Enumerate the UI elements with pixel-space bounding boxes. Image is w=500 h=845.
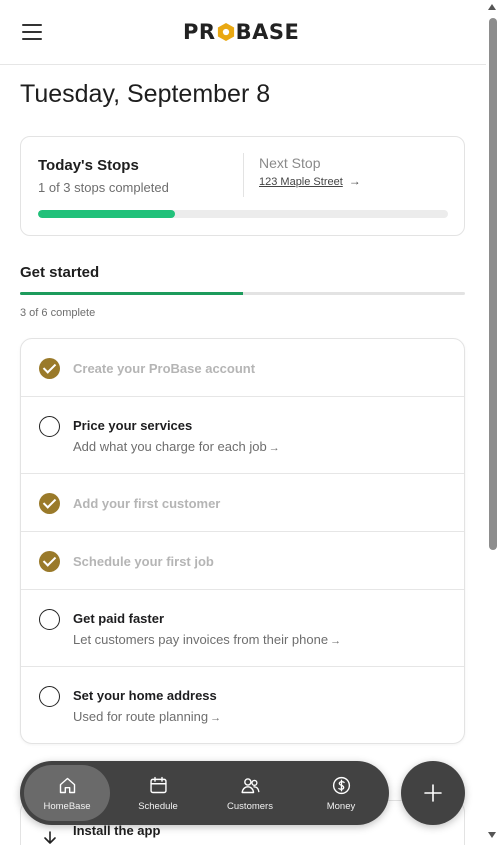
nav-label: Money [326,801,356,812]
stops-divider [243,153,244,197]
task-title: Price your services [73,418,193,433]
arrow-right-icon: → [268,442,280,454]
get-started-progress-fill [20,292,243,295]
task-subtitle: Used for route planning → [73,709,221,724]
get-started-title: Get started [20,264,100,281]
bottom-nav: HomeBase Schedule Customers Money [20,761,389,825]
task-title: Set your home address [73,688,217,703]
todays-stops-card: Today's Stops 1 of 3 stops completed Nex… [20,136,465,236]
hamburger-menu-icon[interactable] [22,24,42,40]
check-complete-icon [39,551,60,572]
task-subtitle-text: Used for route planning [73,709,209,724]
nav-customers[interactable]: Customers [207,765,293,821]
download-icon [44,831,56,844]
stops-progress-bar [38,210,448,218]
users-icon [241,778,260,794]
task-title: Schedule your first job [73,554,214,569]
stops-completed-text: 1 of 3 stops completed [38,180,169,195]
home-icon [59,777,76,794]
nav-label: Schedule [138,801,178,812]
logo-text-left: PR [183,20,216,44]
check-incomplete-icon [39,416,60,437]
nav-label: Customers [227,801,273,812]
calendar-icon [150,776,167,794]
task-schedule-job[interactable]: Schedule your first job [21,532,464,590]
scroll-up-arrow-icon[interactable] [488,4,496,10]
task-price-services[interactable]: Price your services Add what you charge … [21,397,464,474]
get-started-progress-bar [20,292,465,295]
check-complete-icon [39,358,60,379]
checklist-card: Create your ProBase account Price your s… [20,338,465,744]
get-started-count: 3 of 6 complete [20,307,96,319]
logo-hexagon-icon [217,23,234,41]
arrow-right-icon: → [348,174,361,188]
task-home-address[interactable]: Set your home address Used for route pla… [21,667,464,743]
next-stop-link[interactable]: 123 Maple Street → [259,174,361,188]
plus-icon [424,784,442,802]
task-subtitle: Add what you charge for each job → [73,439,280,454]
check-incomplete-icon [39,686,60,707]
task-subtitle-text: Let customers pay invoices from their ph… [73,632,329,647]
check-complete-icon [39,493,60,514]
next-stop-label: Next Stop [259,155,321,171]
check-incomplete-icon [39,609,60,630]
task-subtitle: Let customers pay invoices from their ph… [73,632,341,647]
task-title: Create your ProBase account [73,361,256,376]
nav-homebase[interactable]: HomeBase [24,765,110,821]
scrollbar-thumb[interactable] [489,18,497,550]
task-title: Get paid faster [73,611,165,626]
add-button[interactable] [401,761,465,825]
logo-text-right: BASE [235,20,300,44]
task-title: Add your first customer [73,496,221,511]
nav-schedule[interactable]: Schedule [115,765,201,821]
install-app-label: Install the app [73,823,161,838]
arrow-right-icon: → [210,712,222,724]
next-stop-address: 123 Maple Street [259,176,343,188]
arrow-right-icon: → [330,635,342,647]
dollar-icon [332,776,351,795]
task-add-customer[interactable]: Add your first customer [21,474,464,532]
task-get-paid[interactable]: Get paid faster Let customers pay invoic… [21,590,464,667]
task-subtitle-text: Add what you charge for each job [73,439,267,454]
stops-title: Today's Stops [38,157,139,174]
task-create-account[interactable]: Create your ProBase account [21,339,464,397]
stops-progress-fill [38,210,175,218]
scroll-down-arrow-icon[interactable] [488,832,496,838]
app-header: PR BASE [0,0,486,65]
page-title: Tuesday, September 8 [20,80,271,108]
nav-money[interactable]: Money [298,765,384,821]
nav-label: HomeBase [43,801,91,812]
probase-logo[interactable]: PR BASE [183,20,299,44]
